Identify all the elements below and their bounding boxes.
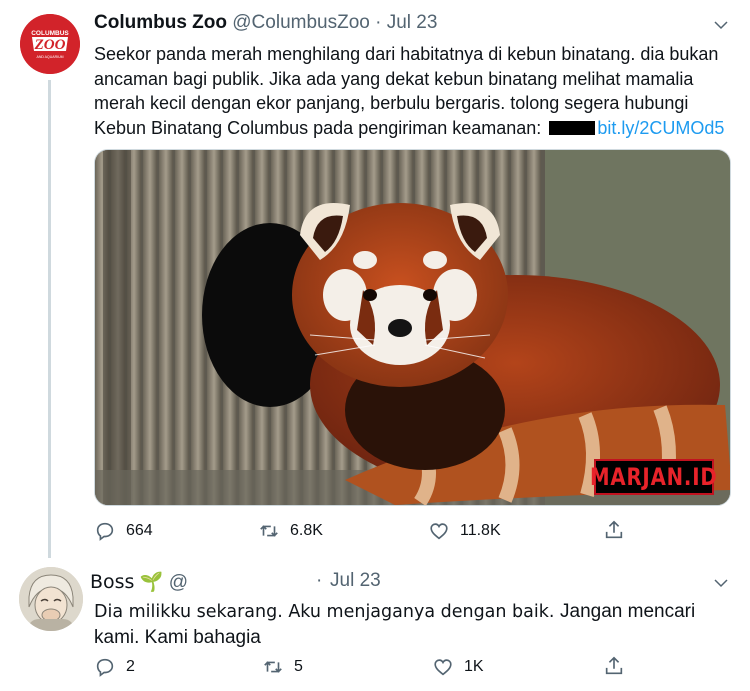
like-button[interactable]: 1K (432, 656, 484, 678)
logo-top-text: COLUMBUS (31, 30, 69, 37)
share-button[interactable] (603, 519, 625, 541)
reply-button[interactable]: 2 (94, 656, 135, 678)
retweet-button[interactable]: 5 (262, 656, 303, 678)
logo-main-text: ZOO (34, 37, 66, 53)
seedling-emoji-icon: 🌱 (139, 572, 164, 593)
like-icon (434, 659, 452, 676)
retweet-icon (264, 661, 282, 673)
avatar-columbus-zoo[interactable]: COLUMBUS ZOO AND AQUARIUM (20, 14, 80, 74)
avatar-boss[interactable] (19, 567, 83, 631)
share-button[interactable] (603, 655, 625, 677)
tweet2-text: Dia milikku sekarang. Aku menjaganya den… (94, 599, 734, 651)
thread-connector-line (48, 80, 51, 558)
tweet-link[interactable]: bit.ly/2CUMOd5 (597, 118, 724, 138)
author-handle[interactable]: @ (169, 572, 188, 593)
retweet-count: 5 (294, 658, 303, 675)
tweet-date[interactable]: Jul 23 (387, 12, 438, 33)
tweet2-header: Boss 🌱 @ · Jul 23 (90, 570, 381, 594)
tweet2-text-part1: Dia milikku sekarang. Aku menjaganya den… (94, 602, 561, 622)
tweet1-text: Seekor panda merah menghilang dari habit… (94, 42, 734, 140)
like-count: 11.8K (460, 522, 501, 539)
marjan-watermark: MARJAN.ID (590, 459, 717, 495)
anime-character-avatar-icon (19, 567, 83, 631)
red-panda-image (95, 150, 730, 505)
reply-icon (96, 658, 114, 677)
logo-bottom-text: AND AQUARIUM (36, 55, 63, 59)
columbus-zoo-logo-icon: COLUMBUS ZOO AND AQUARIUM (20, 14, 80, 74)
like-icon (430, 523, 448, 540)
reply-icon (96, 522, 114, 541)
author-handle[interactable]: @ColumbusZoo (232, 12, 370, 33)
author-name[interactable]: Columbus Zoo (94, 12, 227, 33)
retweet-count: 6.8K (290, 522, 323, 539)
retweet-button[interactable]: 6.8K (258, 520, 323, 542)
separator-dot: · (375, 12, 382, 33)
reply-button[interactable]: 664 (94, 520, 153, 542)
share-icon (605, 656, 623, 675)
reply-count: 664 (126, 522, 153, 539)
chevron-down-icon[interactable] (712, 574, 730, 592)
watermark-text: MARJAN.ID (590, 463, 718, 491)
like-count: 1K (464, 658, 484, 675)
separator-dot: · (316, 570, 323, 591)
chevron-down-icon[interactable] (712, 16, 730, 34)
tweet-date[interactable]: Jul 23 (330, 570, 381, 592)
author-name[interactable]: Boss (90, 571, 134, 593)
reply-count: 2 (126, 658, 135, 675)
share-icon (605, 520, 623, 539)
redacted-block (549, 120, 596, 135)
tweet1-header: Columbus Zoo @ColumbusZoo · Jul 23 (94, 12, 437, 34)
red-panda-photo[interactable]: MARJAN.ID (94, 149, 731, 506)
like-button[interactable]: 11.8K (428, 520, 501, 542)
retweet-icon (260, 525, 278, 537)
